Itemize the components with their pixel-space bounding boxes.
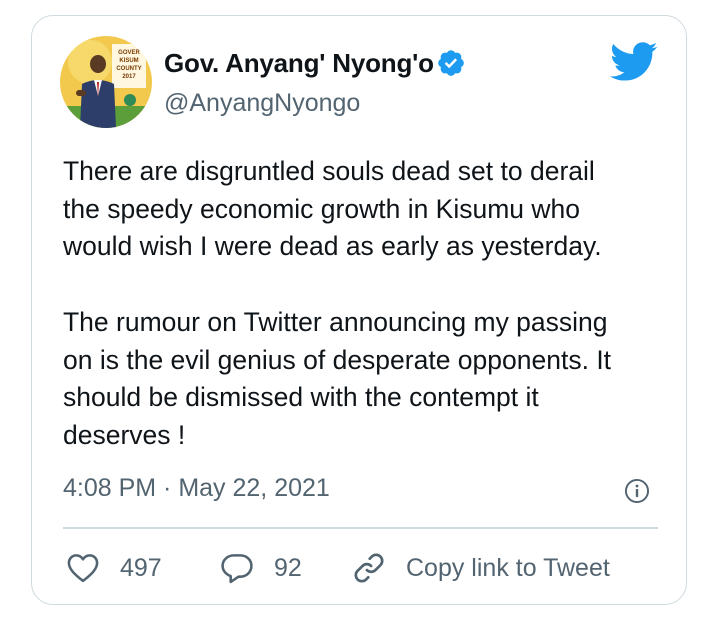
tweet-paragraph-1: There are disgruntled souls dead set to …: [63, 153, 663, 266]
tweet-line: would wish I were dead as early as yeste…: [63, 231, 602, 262]
tweet-line: should be dismissed with the contempt it: [63, 382, 539, 413]
tweet-timestamp[interactable]: 4:08 PM · May 22, 2021: [63, 474, 330, 503]
divider: [63, 527, 658, 529]
tweet-line: the speedy economic growth in Kisumu who: [63, 193, 581, 224]
author-handle[interactable]: @AnyangNyongo: [164, 89, 360, 118]
avatar-image: GOVER KISUM COUNTY 2017: [60, 36, 152, 128]
copy-link-label: Copy link to Tweet: [406, 553, 610, 582]
reply-bubble-icon: [221, 554, 253, 584]
twitter-logo-icon[interactable]: [610, 42, 658, 82]
info-icon[interactable]: [624, 478, 650, 504]
like-button[interactable]: 497: [64, 548, 162, 588]
svg-text:2017: 2017: [122, 74, 136, 80]
like-count: 497: [120, 553, 162, 582]
tweet-line: There are disgruntled souls dead set to …: [63, 156, 595, 186]
reply-button[interactable]: 92: [218, 548, 302, 588]
svg-text:GOVER: GOVER: [118, 50, 140, 56]
svg-text:COUNTY: COUNTY: [116, 66, 141, 72]
link-icon: [354, 553, 384, 583]
copy-link-button[interactable]: Copy link to Tweet: [350, 548, 610, 588]
verified-badge-icon: [438, 50, 464, 76]
avatar[interactable]: GOVER KISUM COUNTY 2017: [60, 36, 152, 128]
tweet-paragraph-2: The rumour on Twitter announcing my pass…: [63, 304, 663, 455]
tweet-text: There are disgruntled souls dead set to …: [63, 153, 663, 455]
tweet-line: deserves !: [63, 419, 186, 450]
tweet-line: The rumour on Twitter announcing my pass…: [63, 306, 608, 337]
heart-icon: [67, 554, 99, 583]
tweet-line: on is the evil genius of desperate oppon…: [63, 344, 612, 375]
reply-count: 92: [274, 553, 302, 582]
author-name[interactable]: Gov. Anyang' Nyong'o: [164, 48, 434, 79]
svg-text:KISUM: KISUM: [119, 58, 138, 64]
